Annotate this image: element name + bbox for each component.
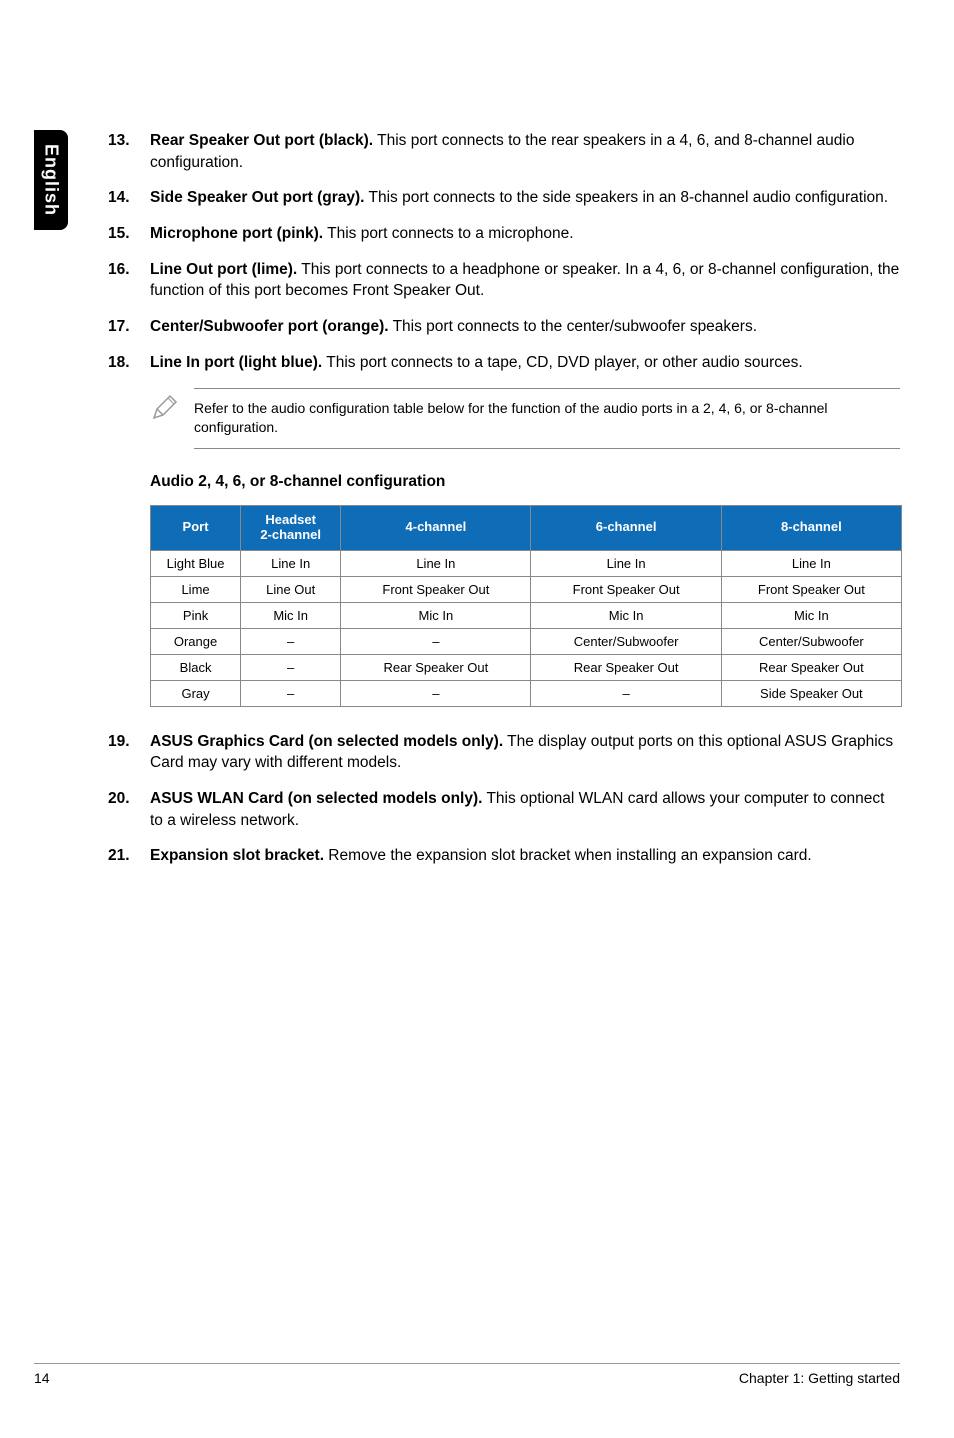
item-number: 18. <box>108 352 150 374</box>
page-content: 13.Rear Speaker Out port (black). This p… <box>108 130 900 881</box>
cell: Front Speaker Out <box>531 576 721 602</box>
cell: – <box>241 654 341 680</box>
list-block-1: 13.Rear Speaker Out port (black). This p… <box>108 130 900 374</box>
item-number: 16. <box>108 259 150 302</box>
note-block: Refer to the audio configuration table b… <box>150 388 900 449</box>
item-body: Center/Subwoofer port (orange). This por… <box>150 316 900 338</box>
cell: Line In <box>341 550 531 576</box>
list-block-2: 19.ASUS Graphics Card (on selected model… <box>108 731 900 867</box>
cell: Front Speaker Out <box>721 576 901 602</box>
item-body: Line In port (light blue). This port con… <box>150 352 900 374</box>
table-row: LimeLine OutFront Speaker OutFront Speak… <box>151 576 902 602</box>
item-number: 21. <box>108 845 150 867</box>
list-item: 20.ASUS WLAN Card (on selected models on… <box>108 788 900 831</box>
item-rest: This port connects to a tape, CD, DVD pl… <box>322 354 802 371</box>
item-number: 15. <box>108 223 150 245</box>
pencil-note-icon <box>150 388 194 449</box>
th-4ch: 4-channel <box>341 505 531 550</box>
cell: – <box>241 628 341 654</box>
item-number: 17. <box>108 316 150 338</box>
cell: Mic In <box>721 602 901 628</box>
list-item: 14.Side Speaker Out port (gray). This po… <box>108 187 900 209</box>
cell: Rear Speaker Out <box>531 654 721 680</box>
cell: Black <box>151 654 241 680</box>
item-bold: Line Out port (lime). <box>150 261 297 278</box>
item-number: 13. <box>108 130 150 173</box>
item-number: 19. <box>108 731 150 774</box>
cell: Pink <box>151 602 241 628</box>
page-footer: 14 Chapter 1: Getting started <box>34 1363 900 1386</box>
item-body: ASUS Graphics Card (on selected models o… <box>150 731 900 774</box>
list-item: 18.Line In port (light blue). This port … <box>108 352 900 374</box>
item-bold: Side Speaker Out port (gray). <box>150 189 364 206</box>
item-bold: Line In port (light blue). <box>150 354 322 371</box>
cell: Gray <box>151 680 241 706</box>
item-rest: Remove the expansion slot bracket when i… <box>324 847 812 864</box>
table-row: Orange––Center/SubwooferCenter/Subwoofer <box>151 628 902 654</box>
item-body: ASUS WLAN Card (on selected models only)… <box>150 788 900 831</box>
audio-config-table: Port Headset 2-channel 4-channel 6-chann… <box>150 505 902 707</box>
item-body: Rear Speaker Out port (black). This port… <box>150 130 900 173</box>
cell: – <box>341 628 531 654</box>
item-rest: This port connects to the center/subwoof… <box>389 318 757 335</box>
item-body: Microphone port (pink). This port connec… <box>150 223 900 245</box>
item-bold: Microphone port (pink). <box>150 225 323 242</box>
cell: Center/Subwoofer <box>721 628 901 654</box>
cell: Center/Subwoofer <box>531 628 721 654</box>
th-6ch: 6-channel <box>531 505 721 550</box>
cell: Mic In <box>341 602 531 628</box>
item-rest: This port connects to the side speakers … <box>364 189 888 206</box>
cell: Mic In <box>531 602 721 628</box>
table-row: Light BlueLine InLine InLine InLine In <box>151 550 902 576</box>
item-number: 20. <box>108 788 150 831</box>
item-number: 14. <box>108 187 150 209</box>
item-body: Line Out port (lime). This port connects… <box>150 259 900 302</box>
table-heading: Audio 2, 4, 6, or 8-channel configuratio… <box>150 473 900 491</box>
item-body: Expansion slot bracket. Remove the expan… <box>150 845 900 867</box>
table-row: Black–Rear Speaker OutRear Speaker OutRe… <box>151 654 902 680</box>
cell: – <box>531 680 721 706</box>
language-tab: English <box>34 130 68 230</box>
list-item: 17.Center/Subwoofer port (orange). This … <box>108 316 900 338</box>
item-bold: Expansion slot bracket. <box>150 847 324 864</box>
cell: Lime <box>151 576 241 602</box>
item-rest: This port connects to a microphone. <box>323 225 573 242</box>
cell: Front Speaker Out <box>341 576 531 602</box>
item-bold: ASUS Graphics Card (on selected models o… <box>150 733 503 750</box>
th-8ch: 8-channel <box>721 505 901 550</box>
list-item: 21.Expansion slot bracket. Remove the ex… <box>108 845 900 867</box>
table-row: PinkMic InMic InMic InMic In <box>151 602 902 628</box>
table-row: Gray–––Side Speaker Out <box>151 680 902 706</box>
cell: Rear Speaker Out <box>341 654 531 680</box>
cell: Line In <box>531 550 721 576</box>
cell: Rear Speaker Out <box>721 654 901 680</box>
cell: – <box>241 680 341 706</box>
list-item: 15.Microphone port (pink). This port con… <box>108 223 900 245</box>
list-item: 16.Line Out port (lime). This port conne… <box>108 259 900 302</box>
cell: – <box>341 680 531 706</box>
cell: Orange <box>151 628 241 654</box>
cell: Light Blue <box>151 550 241 576</box>
item-bold: Rear Speaker Out port (black). <box>150 132 373 149</box>
cell: Line Out <box>241 576 341 602</box>
chapter-title: Chapter 1: Getting started <box>739 1370 900 1386</box>
item-bold: Center/Subwoofer port (orange). <box>150 318 389 335</box>
list-item: 19.ASUS Graphics Card (on selected model… <box>108 731 900 774</box>
cell: Side Speaker Out <box>721 680 901 706</box>
page-number: 14 <box>34 1370 50 1386</box>
item-body: Side Speaker Out port (gray). This port … <box>150 187 900 209</box>
th-2ch: Headset 2-channel <box>241 505 341 550</box>
cell: Mic In <box>241 602 341 628</box>
item-bold: ASUS WLAN Card (on selected models only)… <box>150 790 482 807</box>
note-text: Refer to the audio configuration table b… <box>194 388 900 449</box>
th-port: Port <box>151 505 241 550</box>
cell: Line In <box>721 550 901 576</box>
cell: Line In <box>241 550 341 576</box>
list-item: 13.Rear Speaker Out port (black). This p… <box>108 130 900 173</box>
